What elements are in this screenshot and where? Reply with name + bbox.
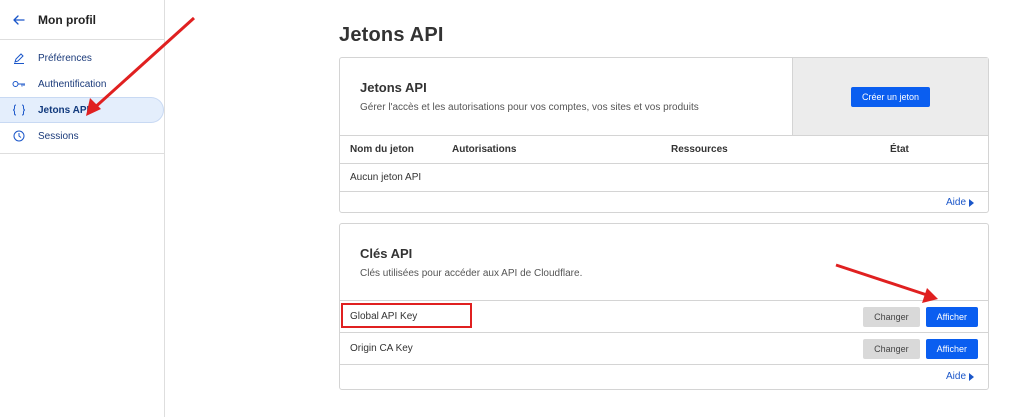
help-link-label: Aide	[945, 371, 966, 382]
api-keys-card-header: Clés API Clés utilisées pour accéder aux…	[340, 224, 988, 301]
change-key-button[interactable]: Changer	[863, 307, 920, 327]
api-tokens-card: Jetons API Gérer l'accès et les autorisa…	[339, 57, 989, 213]
tokens-empty-row: Aucun jeton API	[340, 164, 988, 192]
column-header-status[interactable]: État	[890, 144, 909, 155]
page-title: Jetons API	[339, 24, 444, 46]
key-name: Origin CA Key	[350, 343, 413, 354]
change-key-button[interactable]: Changer	[863, 339, 920, 359]
api-tokens-card-intro: Jetons API Gérer l'accès et les autorisa…	[340, 58, 792, 135]
sidebar-item-authentication[interactable]: Authentification	[0, 71, 164, 97]
api-tokens-card-title: Jetons API	[360, 80, 427, 95]
sidebar-item-label: Jetons API	[38, 104, 90, 116]
create-token-panel: Créer un jeton	[792, 58, 988, 135]
help-link-label: Aide	[945, 197, 966, 208]
sidebar-nav: Préférences Authentification Jetons API …	[0, 40, 164, 154]
back-arrow-icon[interactable]	[12, 12, 28, 28]
pencil-icon	[12, 51, 26, 65]
key-actions: Changer Afficher	[863, 339, 978, 359]
key-actions: Changer Afficher	[863, 307, 978, 327]
show-key-button[interactable]: Afficher	[925, 307, 978, 327]
column-header-permissions[interactable]: Autorisations	[452, 144, 516, 155]
sidebar-item-label: Sessions	[38, 130, 79, 142]
column-header-resources[interactable]: Ressources	[671, 144, 728, 155]
tokens-help-link[interactable]: Aide	[340, 192, 988, 213]
tokens-table-header: Nom du jeton Autorisations Ressources Ét…	[340, 136, 988, 164]
sidebar-item-label: Préférences	[38, 52, 92, 64]
caret-right-icon	[969, 198, 974, 207]
create-token-button[interactable]: Créer un jeton	[850, 86, 931, 107]
key-icon	[12, 77, 26, 91]
show-key-button[interactable]: Afficher	[925, 339, 978, 359]
sidebar-header: Mon profil	[0, 0, 164, 40]
annotation-highlight-box	[341, 303, 472, 328]
keys-help-link[interactable]: Aide	[340, 365, 988, 388]
sidebar-title: Mon profil	[38, 12, 96, 27]
column-header-token-name[interactable]: Nom du jeton	[350, 144, 414, 155]
caret-right-icon	[969, 372, 974, 381]
sidebar: Mon profil Préférences Authentification …	[0, 0, 165, 417]
api-keys-card-description: Clés utilisées pour accéder aux API de C…	[360, 268, 583, 279]
key-row-origin-ca-key: Origin CA Key Changer Afficher	[340, 333, 988, 365]
sidebar-item-preferences[interactable]: Préférences	[0, 45, 164, 71]
api-tokens-card-description: Gérer l'accès et les autorisations pour …	[360, 102, 699, 113]
braces-icon	[12, 103, 26, 117]
api-keys-card-title: Clés API	[360, 246, 413, 261]
sidebar-item-api-tokens[interactable]: Jetons API	[0, 97, 164, 123]
clock-icon	[12, 129, 26, 143]
sidebar-item-sessions[interactable]: Sessions	[0, 123, 164, 149]
api-tokens-card-header: Jetons API Gérer l'accès et les autorisa…	[340, 58, 988, 136]
sidebar-item-label: Authentification	[38, 78, 107, 90]
